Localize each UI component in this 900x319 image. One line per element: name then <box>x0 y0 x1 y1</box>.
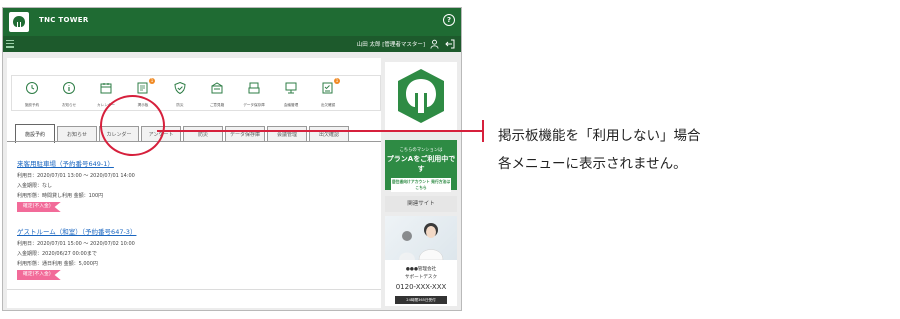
tab-meeting[interactable]: 会議管理 <box>267 126 307 142</box>
top-header: TNC TOWER ? <box>3 8 461 36</box>
brand-logo[interactable] <box>385 62 457 130</box>
plan-promo-banner[interactable]: こちらのマンションは プランAをご利用中です 居住者向けアカウント 発行方法はこ… <box>385 140 457 192</box>
info-icon <box>63 82 75 94</box>
reservation-date: 利用日：2020/07/01 15:00 〜 2020/07/02 10:00 <box>17 241 135 247</box>
status-badge: 確定(不入金) <box>17 270 61 280</box>
tab-storage[interactable]: データ保存庫 <box>225 126 265 142</box>
iconbar-item-attendance[interactable]: 1 出欠確認 <box>310 78 346 110</box>
sidebar: こちらのマンションは プランAをご利用中です 居住者向けアカウント 発行方法はこ… <box>385 58 457 308</box>
reservation-deadline: 入金期限：2020/06/27 00:00まで <box>17 251 97 257</box>
app-logo-icon[interactable] <box>9 12 29 32</box>
help-icon[interactable]: ? <box>443 14 455 26</box>
iconbar-label: 施設予約 <box>24 103 40 107</box>
support-phone: 0120-XXX-XXX <box>395 283 447 291</box>
card-divider <box>7 289 381 290</box>
reservation-title[interactable]: 来客用駐車場（予約番号649-1） <box>17 158 114 168</box>
iconbar-label: ご意見箱 <box>209 103 225 107</box>
support-operator-image <box>385 216 457 260</box>
storage-icon <box>248 82 260 94</box>
app-title: TNC TOWER <box>39 16 89 24</box>
board-icon <box>137 82 148 94</box>
reservation-title[interactable]: ゲストルーム（和室）（予約番号647-3） <box>17 226 136 236</box>
meeting-icon <box>285 82 297 94</box>
iconbar-item-notice[interactable]: お知らせ <box>51 80 87 110</box>
iconbar-item-opinion[interactable]: ご意見箱 <box>199 80 235 110</box>
iconbar-label: 出欠確認 <box>320 103 336 107</box>
attendance-icon <box>322 82 333 94</box>
iconbar-item-storage[interactable]: データ保存庫 <box>236 80 272 110</box>
iconbar-item-meeting[interactable]: 会議管理 <box>273 80 309 110</box>
iconbar-item-disaster[interactable]: 防災 <box>162 80 198 110</box>
account-guide-button[interactable]: 居住者向けアカウント 発行方法はこちら <box>391 178 451 192</box>
callout-bracket <box>482 120 484 142</box>
tab-divider <box>7 141 381 142</box>
reservation-card: ゲストルーム（和室）（予約番号647-3） 利用日：2020/07/01 15:… <box>7 216 381 288</box>
reservation-card: 来客用駐車場（予約番号649-1） 利用日：2020/07/01 13:00 〜… <box>7 148 381 220</box>
menu-icon[interactable] <box>6 40 14 48</box>
notification-badge: 1 <box>149 78 155 84</box>
tab-disaster[interactable]: 防災 <box>183 126 223 142</box>
function-icon-bar: 施設予約 お知らせ カレンダー 1 掲示板 防災 ご意見箱 データ保存庫 会議管… <box>11 75 381 111</box>
promo-line1: こちらのマンションは <box>399 148 443 153</box>
support-company: ●●●管理会社 <box>405 267 437 272</box>
clock-icon <box>26 82 38 94</box>
support-hours: 24時間365日受付 <box>395 296 447 304</box>
support-desk-banner[interactable]: ●●●管理会社 サポートデスク 0120-XXX-XXX 24時間365日受付 <box>385 216 457 306</box>
logout-icon[interactable] <box>445 39 455 49</box>
tab-notice[interactable]: お知らせ <box>57 126 97 142</box>
iconbar-label: データ保存庫 <box>243 103 265 107</box>
mailbox-icon <box>211 82 223 94</box>
annotation-text: 掲示板機能を「利用しない」場合 各メニューに表示されません。 <box>498 122 701 178</box>
calendar-icon <box>100 83 112 94</box>
user-icon[interactable] <box>430 39 439 49</box>
callout-line <box>157 130 482 132</box>
annotation-line1: 掲示板機能を「利用しない」場合 <box>498 128 701 144</box>
shield-icon <box>174 81 186 95</box>
iconbar-label: お知らせ <box>61 103 77 107</box>
iconbar-label: 防災 <box>176 103 184 107</box>
promo-line2: プランAをご利用中です <box>386 155 456 173</box>
status-badge: 確定(不入金) <box>17 202 61 212</box>
user-bar: 山田 太郎 [管理者マスター] <box>3 36 461 52</box>
support-desk-label: サポートデスク <box>404 275 438 280</box>
main-content: 施設予約 お知らせ カレンダー 1 掲示板 防災 ご意見箱 データ保存庫 会議管… <box>7 58 381 308</box>
iconbar-item-reservation[interactable]: 施設予約 <box>14 80 50 110</box>
notification-badge: 1 <box>334 78 340 84</box>
reservation-usage: 利用形態：通日利用 金額：5,000円 <box>17 261 98 267</box>
tab-attendance[interactable]: 出欠確認 <box>309 126 349 142</box>
reservation-deadline: 入金期限：なし <box>17 183 53 189</box>
iconbar-label: 会議管理 <box>283 103 299 107</box>
related-sites-heading: 関連サイト <box>385 196 457 212</box>
tower-logo-icon <box>398 69 444 123</box>
app-window: TNC TOWER ? 山田 太郎 [管理者マスター] 施設予約 お知らせ カレ… <box>2 7 462 311</box>
annotation-line2: 各メニューに表示されません。 <box>498 156 687 172</box>
reservation-date: 利用日：2020/07/01 13:00 〜 2020/07/01 14:00 <box>17 173 135 179</box>
reservation-usage: 利用形態：時間貸し利用 金額：100円 <box>17 193 104 199</box>
user-name[interactable]: 山田 太郎 [管理者マスター] <box>357 40 425 48</box>
highlight-circle <box>100 95 165 156</box>
